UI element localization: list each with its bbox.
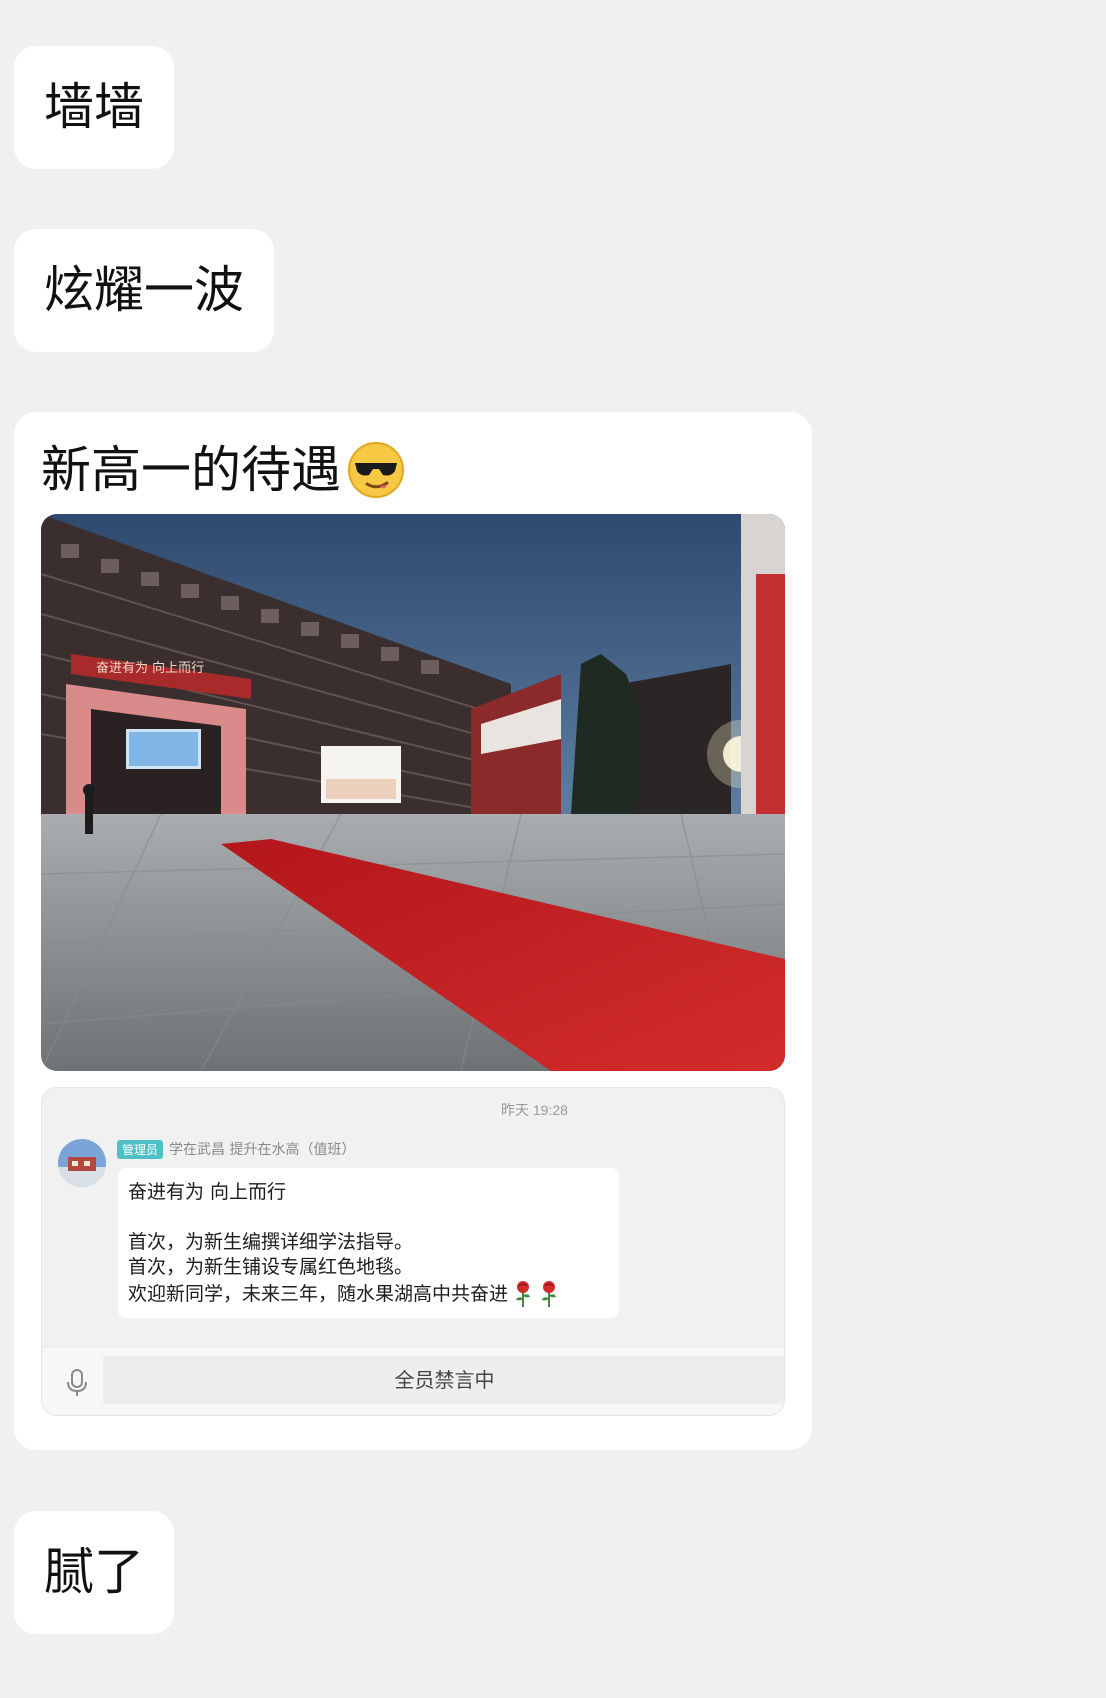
message-line: 首次，为新生铺设专属红色地毯。 xyxy=(128,1256,414,1278)
cool-sunglasses-icon xyxy=(347,441,405,499)
embedded-group-chat-screenshot[interactable]: 昨天 19:28 管理员 学在武昌 提升在水高（值班） 奋进有为 向上而行 首次… xyxy=(41,1087,785,1416)
microphone-icon xyxy=(64,1368,90,1398)
message-bubble[interactable]: 炫耀一波 xyxy=(14,229,274,352)
message-line-last: 欢迎新同学，未来三年，随水果湖高中共奋进 xyxy=(128,1280,609,1308)
message-line: 奋进有为 向上而行 xyxy=(128,1181,287,1203)
school-red-carpet-photo[interactable]: 奋进有为 向上而行 xyxy=(41,514,785,1071)
message-title-row: 新高一的待遇 xyxy=(41,440,785,500)
rose-icon xyxy=(538,1280,560,1308)
muted-input-status: 全员禁言中 xyxy=(103,1356,784,1404)
message-text: 腻了 xyxy=(44,1543,144,1601)
group-message-bubble: 奋进有为 向上而行 首次，为新生编撰详细学法指导。 首次，为新生铺设专属红色地毯… xyxy=(118,1168,619,1318)
banner-text: 奋进有为 向上而行 xyxy=(96,660,204,676)
admin-badge: 管理员 xyxy=(117,1139,164,1159)
message-line-gap xyxy=(128,1205,609,1230)
message-bubble[interactable]: 腻了 xyxy=(14,1511,174,1634)
message-text: 炫耀一波 xyxy=(44,261,244,319)
message-text: 新高一的待遇 xyxy=(41,441,341,499)
chat-view: 墙墙 炫耀一波 新高一的待遇 奋进有为 向上而行 昨天 19:28 管理员 学在… xyxy=(0,0,1106,1698)
avatar xyxy=(58,1139,106,1187)
timestamp: 昨天 19:28 xyxy=(501,1102,568,1118)
rose-icon xyxy=(512,1280,534,1308)
message-line-text: 欢迎新同学，未来三年，随水果湖高中共奋进 xyxy=(128,1282,509,1305)
message-bubble[interactable]: 墙墙 xyxy=(14,46,174,169)
message-line: 首次，为新生编撰详细学法指导。 xyxy=(128,1231,414,1253)
message-text: 墙墙 xyxy=(44,78,144,136)
sender-name: 学在武昌 提升在水高（值班） xyxy=(169,1142,356,1158)
message-bubble-with-image[interactable]: 新高一的待遇 奋进有为 向上而行 昨天 19:28 管理员 学在武昌 提升在水高… xyxy=(14,412,812,1450)
input-bar: 全员禁言中 xyxy=(42,1347,784,1415)
sender-meta: 管理员 学在武昌 提升在水高（值班） xyxy=(117,1139,355,1159)
